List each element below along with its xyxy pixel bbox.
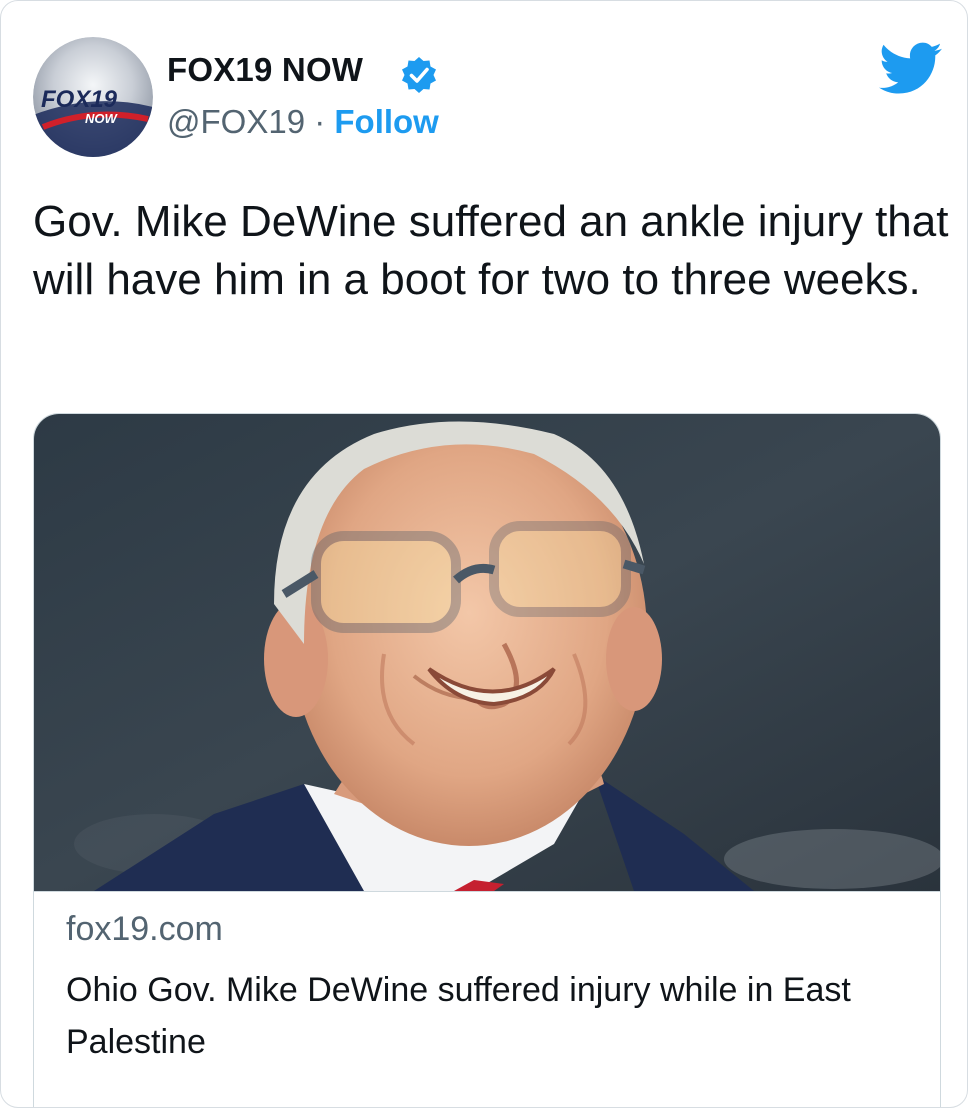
tweet-text: Gov. Mike DeWine suffered an ankle injur… bbox=[33, 197, 949, 304]
svg-text:NOW: NOW bbox=[85, 111, 119, 126]
follow-button[interactable]: Follow bbox=[334, 103, 438, 140]
link-title[interactable]: Ohio Gov. Mike DeWine suffered injury wh… bbox=[66, 964, 916, 1068]
svg-text:FOX19: FOX19 bbox=[41, 86, 118, 113]
fox19-logo-icon: FOX19 NOW bbox=[33, 37, 153, 157]
separator: · bbox=[305, 103, 335, 140]
display-name[interactable]: FOX19 NOW bbox=[167, 51, 363, 89]
verified-badge-icon bbox=[402, 57, 436, 93]
link-preview-card[interactable]: fox19.com Ohio Gov. Mike DeWine suffered… bbox=[33, 413, 941, 1107]
avatar[interactable]: FOX19 NOW bbox=[33, 37, 153, 157]
twitter-bird-icon[interactable] bbox=[879, 41, 943, 97]
article-photo bbox=[34, 414, 940, 891]
link-domain: fox19.com bbox=[66, 910, 223, 948]
handle-line: @FOX19 · Follow bbox=[167, 103, 439, 141]
tweet-card: FOX19 NOW FOX19 NOW @FOX19 · Follow Gov.… bbox=[0, 0, 968, 1108]
link-meta: fox19.com Ohio Gov. Mike DeWine suffered… bbox=[34, 891, 940, 1107]
handle[interactable]: @FOX19 bbox=[167, 103, 305, 140]
